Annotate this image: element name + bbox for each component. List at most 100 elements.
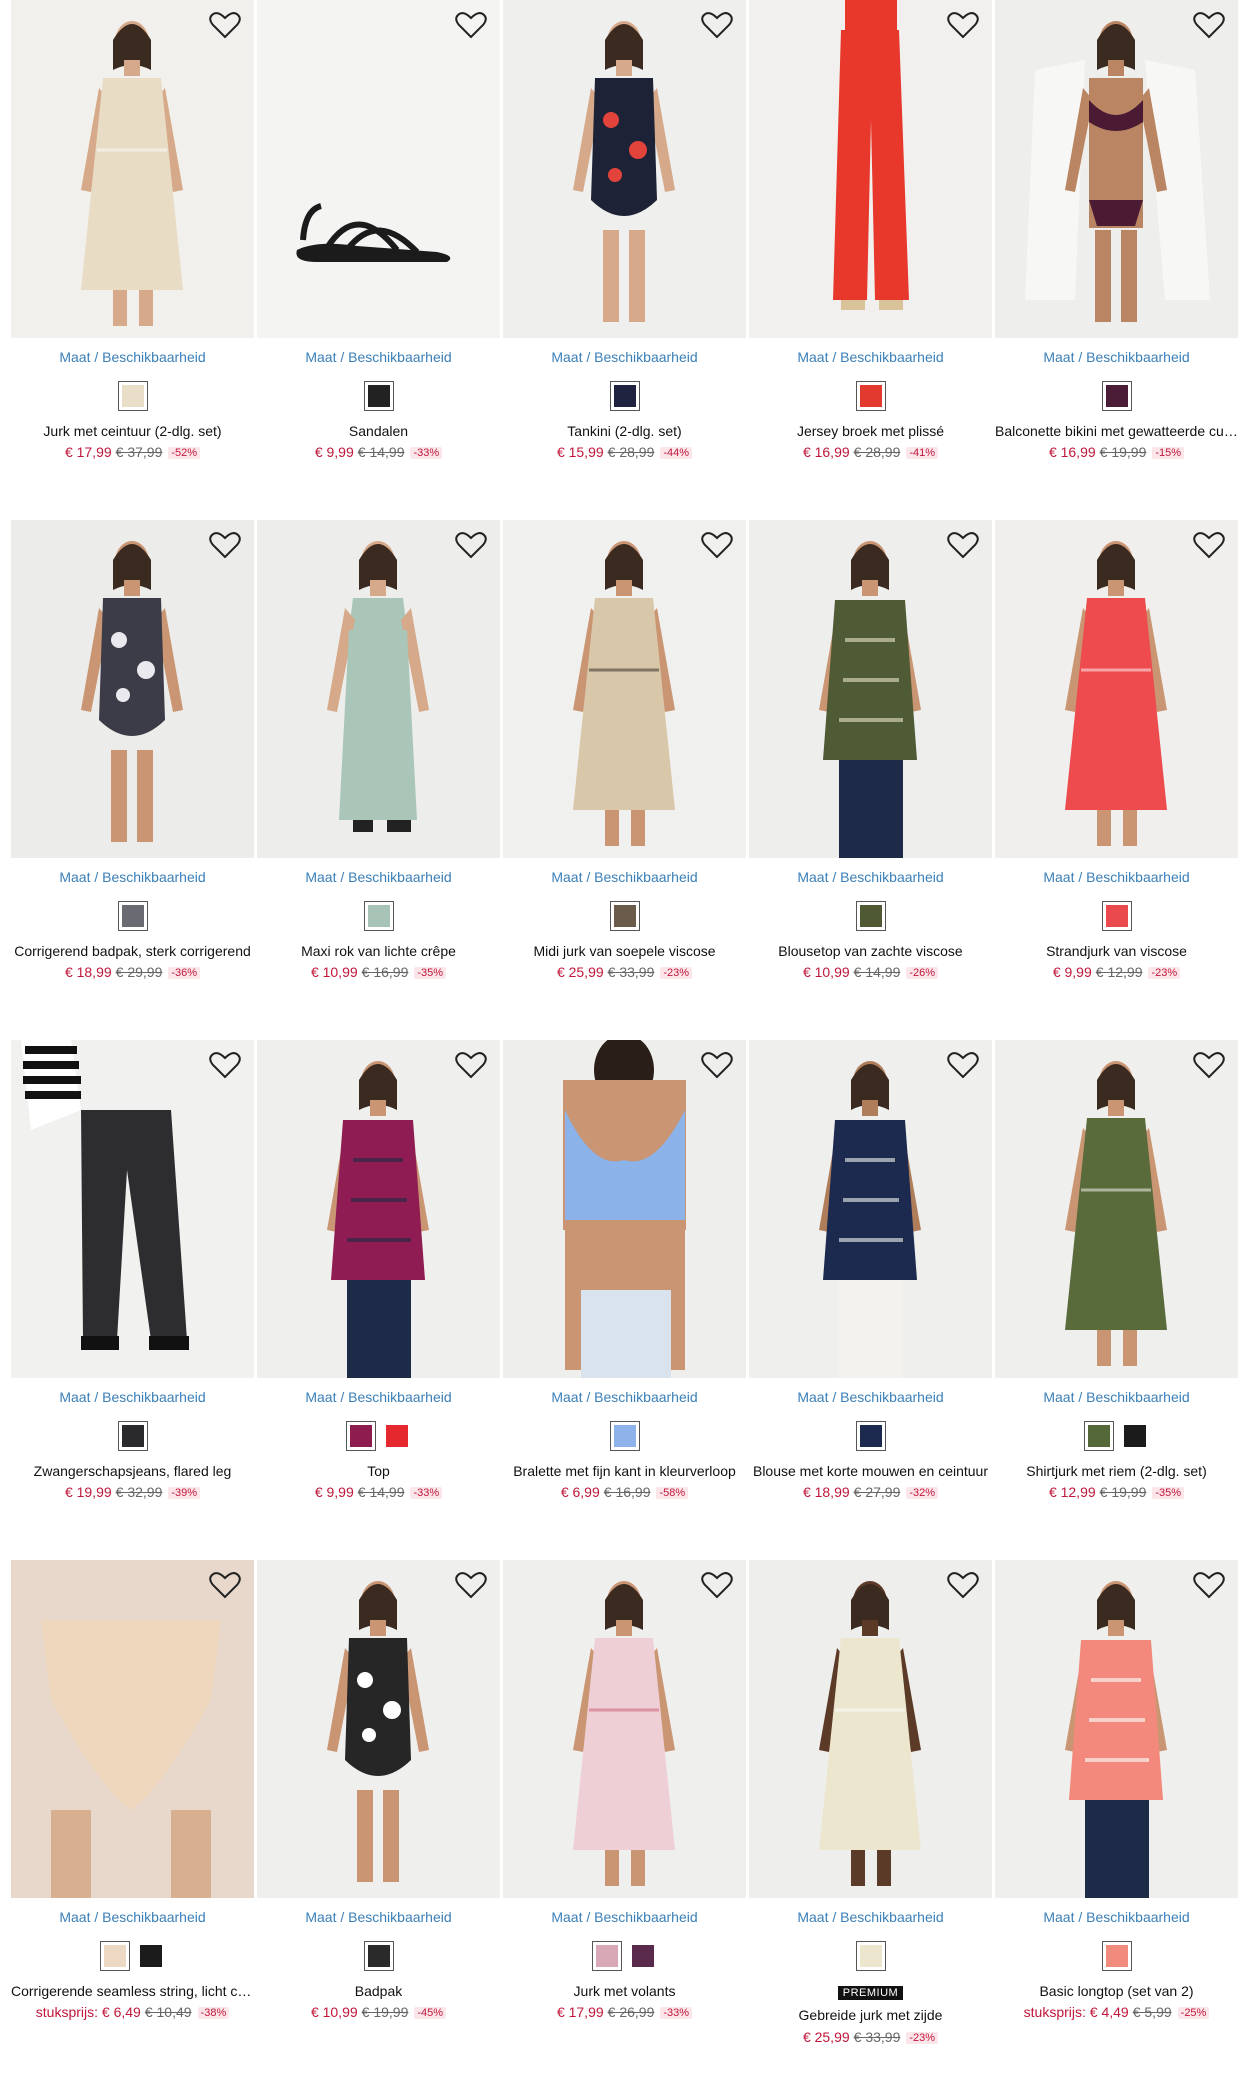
product-card[interactable]: Maat / Beschikbaarheid Sandalen € 9,99 € 14… <box>257 0 500 520</box>
wishlist-heart-icon[interactable] <box>454 1570 488 1600</box>
color-swatch[interactable] <box>363 901 394 931</box>
color-swatch[interactable] <box>627 1941 658 1971</box>
product-card[interactable]: Maat / Beschikbaarheid Shirtjurk met riem… <box>995 1040 1238 1560</box>
product-image[interactable] <box>503 1040 746 1378</box>
product-title[interactable]: Strandjurk van viscose <box>995 943 1238 959</box>
size-availability-link[interactable]: Maat / Beschikbaarheid <box>503 1389 746 1405</box>
size-availability-link[interactable]: Maat / Beschikbaarheid <box>257 349 500 365</box>
product-image[interactable] <box>995 520 1238 858</box>
color-swatch[interactable] <box>117 381 148 411</box>
wishlist-heart-icon[interactable] <box>700 1050 734 1080</box>
product-image[interactable] <box>257 0 500 338</box>
size-availability-link[interactable]: Maat / Beschikbaarheid <box>749 1389 992 1405</box>
wishlist-heart-icon[interactable] <box>1192 1050 1226 1080</box>
wishlist-heart-icon[interactable] <box>946 530 980 560</box>
product-image[interactable] <box>503 0 746 338</box>
product-card[interactable]: Maat / Beschikbaarheid Badpak € 10,99 € 19,… <box>257 1560 500 2080</box>
product-image[interactable] <box>257 1560 500 1898</box>
product-card[interactable]: Maat / Beschikbaarheid Jurk met ceintuur … <box>11 0 254 520</box>
color-swatch[interactable] <box>1119 1421 1150 1451</box>
product-title[interactable]: Jersey broek met plissé <box>749 423 992 439</box>
product-title[interactable]: Maxi rok van lichte crêpe <box>257 943 500 959</box>
wishlist-heart-icon[interactable] <box>208 1050 242 1080</box>
color-swatch[interactable] <box>381 1421 412 1451</box>
product-card[interactable]: Maat / Beschikbaarheid Blousetop van zach… <box>749 520 992 1040</box>
size-availability-link[interactable]: Maat / Beschikbaarheid <box>995 1389 1238 1405</box>
product-card[interactable]: Maat / Beschikbaarheid Balconette bikini … <box>995 0 1238 520</box>
product-card[interactable]: Maat / Beschikbaarheid Corrigerend badpak… <box>11 520 254 1040</box>
product-card[interactable]: Maat / Beschikbaarheid Jurk met volants € … <box>503 1560 746 2080</box>
color-swatch[interactable] <box>855 381 886 411</box>
product-image[interactable] <box>11 0 254 338</box>
product-image[interactable] <box>257 520 500 858</box>
wishlist-heart-icon[interactable] <box>700 10 734 40</box>
product-image[interactable] <box>11 1040 254 1378</box>
color-swatch[interactable] <box>117 1421 148 1451</box>
wishlist-heart-icon[interactable] <box>1192 1570 1226 1600</box>
color-swatch[interactable] <box>1101 901 1132 931</box>
product-card[interactable]: Maat / Beschikbaarheid Basic longtop (set… <box>995 1560 1238 2080</box>
product-image[interactable] <box>749 520 992 858</box>
product-card[interactable]: Maat / Beschikbaarheid Maxi rok van licht… <box>257 520 500 1040</box>
product-title[interactable]: Top <box>257 1463 500 1479</box>
wishlist-heart-icon[interactable] <box>208 530 242 560</box>
size-availability-link[interactable]: Maat / Beschikbaarheid <box>749 1909 992 1925</box>
product-image[interactable] <box>749 1040 992 1378</box>
color-swatch[interactable] <box>135 1941 166 1971</box>
product-image[interactable] <box>749 1560 992 1898</box>
wishlist-heart-icon[interactable] <box>1192 10 1226 40</box>
size-availability-link[interactable]: Maat / Beschikbaarheid <box>749 349 992 365</box>
product-image[interactable] <box>995 0 1238 338</box>
color-swatch[interactable] <box>363 381 394 411</box>
product-card[interactable]: Maat / Beschikbaarheid Strandjurk van vis… <box>995 520 1238 1040</box>
color-swatch[interactable] <box>1101 381 1132 411</box>
color-swatch[interactable] <box>99 1941 130 1971</box>
color-swatch[interactable] <box>855 1421 886 1451</box>
size-availability-link[interactable]: Maat / Beschikbaarheid <box>11 1909 254 1925</box>
size-availability-link[interactable]: Maat / Beschikbaarheid <box>503 869 746 885</box>
product-title[interactable]: Corrigerend badpak, sterk corrigerend <box>11 943 254 959</box>
product-image[interactable] <box>11 1560 254 1898</box>
wishlist-heart-icon[interactable] <box>208 10 242 40</box>
wishlist-heart-icon[interactable] <box>454 10 488 40</box>
product-title[interactable]: Basic longtop (set van 2) <box>995 1983 1238 1999</box>
product-card[interactable]: Maat / Beschikbaarheid Top € 9,99 € 14,99 -3… <box>257 1040 500 1560</box>
wishlist-heart-icon[interactable] <box>946 10 980 40</box>
product-title[interactable]: Balconette bikini met gewatteerde cups <box>995 423 1238 439</box>
product-card[interactable]: Maat / Beschikbaarheid Midi jurk van soep… <box>503 520 746 1040</box>
product-title[interactable]: Corrigerende seamless string, licht corr… <box>11 1983 254 1999</box>
wishlist-heart-icon[interactable] <box>946 1570 980 1600</box>
product-card[interactable]: Maat / Beschikbaarheid PREMIUM Gebreide ju… <box>749 1560 992 2080</box>
product-card[interactable]: Maat / Beschikbaarheid Blouse met korte m… <box>749 1040 992 1560</box>
size-availability-link[interactable]: Maat / Beschikbaarheid <box>257 869 500 885</box>
wishlist-heart-icon[interactable] <box>946 1050 980 1080</box>
size-availability-link[interactable]: Maat / Beschikbaarheid <box>749 869 992 885</box>
color-swatch[interactable] <box>855 901 886 931</box>
color-swatch[interactable] <box>1101 1941 1132 1971</box>
product-card[interactable]: Maat / Beschikbaarheid Tankini (2-dlg. se… <box>503 0 746 520</box>
product-title[interactable]: Badpak <box>257 1983 500 1999</box>
size-availability-link[interactable]: Maat / Beschikbaarheid <box>995 1909 1238 1925</box>
color-swatch[interactable] <box>609 381 640 411</box>
size-availability-link[interactable]: Maat / Beschikbaarheid <box>995 869 1238 885</box>
color-swatch[interactable] <box>855 1941 886 1971</box>
product-title[interactable]: Jurk met volants <box>503 1983 746 1999</box>
color-swatch[interactable] <box>117 901 148 931</box>
product-image[interactable] <box>503 520 746 858</box>
product-card[interactable]: Maat / Beschikbaarheid Bralette met fijn … <box>503 1040 746 1560</box>
product-card[interactable]: Maat / Beschikbaarheid Corrigerende seaml… <box>11 1560 254 2080</box>
product-title[interactable]: Shirtjurk met riem (2-dlg. set) <box>995 1463 1238 1479</box>
color-swatch[interactable] <box>609 901 640 931</box>
product-image[interactable] <box>995 1560 1238 1898</box>
product-title[interactable]: Sandalen <box>257 423 500 439</box>
size-availability-link[interactable]: Maat / Beschikbaarheid <box>995 349 1238 365</box>
wishlist-heart-icon[interactable] <box>700 1570 734 1600</box>
color-swatch[interactable] <box>345 1421 376 1451</box>
product-image[interactable] <box>749 0 992 338</box>
size-availability-link[interactable]: Maat / Beschikbaarheid <box>11 1389 254 1405</box>
product-title[interactable]: Tankini (2-dlg. set) <box>503 423 746 439</box>
size-availability-link[interactable]: Maat / Beschikbaarheid <box>503 349 746 365</box>
product-title[interactable]: Bralette met fijn kant in kleurverloop <box>503 1463 746 1479</box>
product-title[interactable]: Blousetop van zachte viscose <box>749 943 992 959</box>
product-title[interactable]: Midi jurk van soepele viscose <box>503 943 746 959</box>
